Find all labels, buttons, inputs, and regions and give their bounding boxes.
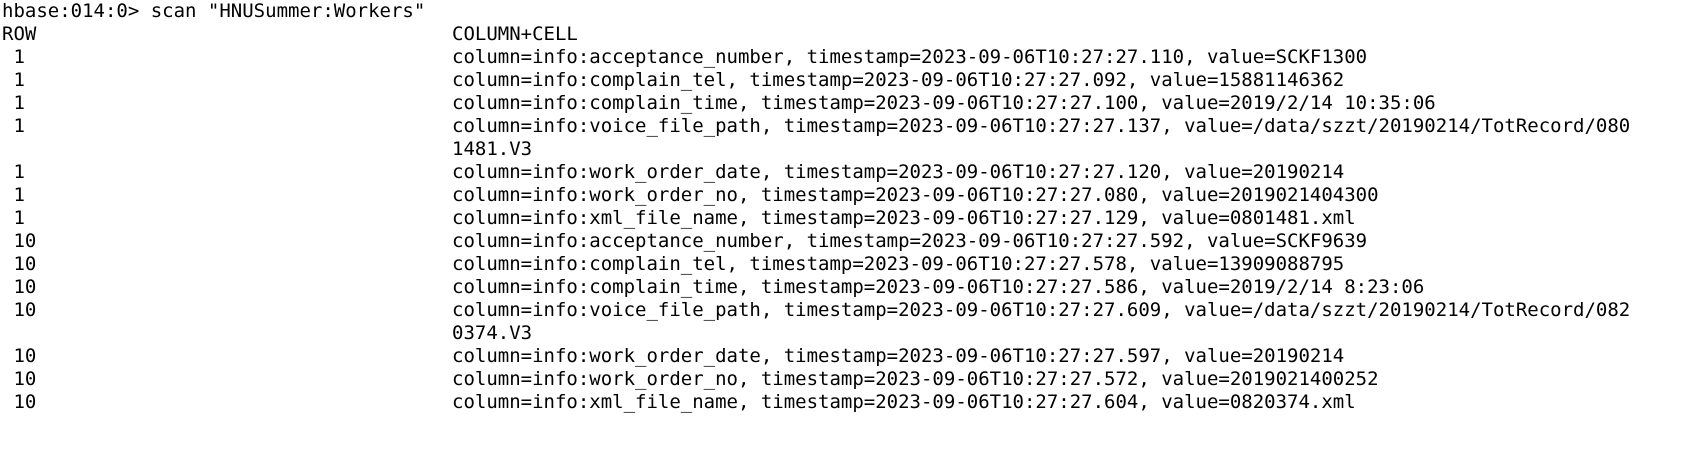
column-cell-value: column=info:complain_time, timestamp=202… (452, 276, 1425, 298)
row-key: 1 (2, 161, 25, 183)
output-line: 10 column=info:xml_file_name, timestamp=2… (0, 391, 1695, 414)
output-line: 1 column=info:acceptance_number, timestam… (0, 46, 1695, 69)
row-key: 1 (2, 92, 25, 114)
output-line: 1 column=info:voice_file_path, timestamp=… (0, 115, 1695, 138)
command-line: hbase:014:0> scan "HNUSummer:Workers" (0, 0, 1695, 23)
terminal-window[interactable]: hbase:014:0> scan "HNUSummer:Workers" RO… (0, 0, 1695, 453)
column-cell-value: column=info:acceptance_number, timestamp… (452, 230, 1368, 252)
column-cell-value: column=info:work_order_no, timestamp=202… (452, 184, 1379, 206)
row-key: 10 (2, 345, 37, 367)
command-text: scan "HNUSummer:Workers" (150, 0, 426, 22)
output-line: 10 column=info:complain_time, timestamp=2… (0, 276, 1695, 299)
output-header: ROW COLUMN+CELL (0, 23, 1695, 46)
row-key: 1 (2, 207, 25, 229)
shell-prompt: hbase:014:0> (2, 0, 140, 22)
output-line: 1 column=info:work_order_no, timestamp=20… (0, 184, 1695, 207)
row-key: 10 (2, 368, 37, 390)
row-key: 1 (2, 69, 25, 91)
row-key: 1 (2, 115, 25, 137)
output-line: 1 column=info:xml_file_name, timestamp=20… (0, 207, 1695, 230)
column-cell-header: COLUMN+CELL (452, 23, 578, 45)
column-cell-value: column=info:xml_file_name, timestamp=202… (452, 207, 1356, 229)
row-header: ROW (2, 23, 37, 45)
row-key: 10 (2, 253, 37, 275)
column-cell-value: column=info:work_order_date, timestamp=2… (452, 345, 1345, 367)
output-line: 10 column=info:complain_tel, timestamp=20… (0, 253, 1695, 276)
scan-output: 1 column=info:acceptance_number, timestam… (0, 46, 1695, 414)
column-cell-value: 1481.V3 (452, 138, 533, 160)
output-line: 0374.V3 (0, 322, 1695, 345)
row-key: 10 (2, 276, 37, 298)
output-line: 10 column=info:acceptance_number, timesta… (0, 230, 1695, 253)
output-line: 1 column=info:complain_tel, timestamp=202… (0, 69, 1695, 92)
column-cell-value: column=info:complain_tel, timestamp=2023… (452, 253, 1345, 275)
column-cell-value: column=info:voice_file_path, timestamp=2… (452, 299, 1631, 321)
column-cell-value: column=info:work_order_date, timestamp=2… (452, 161, 1345, 183)
row-key: 10 (2, 230, 37, 252)
output-line: 1 column=info:complain_time, timestamp=20… (0, 92, 1695, 115)
column-cell-value: column=info:xml_file_name, timestamp=202… (452, 391, 1356, 413)
column-cell-value: column=info:acceptance_number, timestamp… (452, 46, 1368, 68)
column-cell-value: column=info:complain_time, timestamp=202… (452, 92, 1436, 114)
output-line: 10 column=info:voice_file_path, timestamp… (0, 299, 1695, 322)
row-key: 1 (2, 46, 25, 68)
output-line: 1481.V3 (0, 138, 1695, 161)
column-cell-value: column=info:voice_file_path, timestamp=2… (452, 115, 1631, 137)
column-cell-value: 0374.V3 (452, 322, 533, 344)
row-key: 1 (2, 184, 25, 206)
output-line: 10 column=info:work_order_no, timestamp=2… (0, 368, 1695, 391)
column-cell-value: column=info:complain_tel, timestamp=2023… (452, 69, 1345, 91)
output-line: 1 column=info:work_order_date, timestamp=… (0, 161, 1695, 184)
row-key: 10 (2, 391, 37, 413)
row-key: 10 (2, 299, 37, 321)
column-cell-value: column=info:work_order_no, timestamp=202… (452, 368, 1379, 390)
output-line: 10 column=info:work_order_date, timestamp… (0, 345, 1695, 368)
